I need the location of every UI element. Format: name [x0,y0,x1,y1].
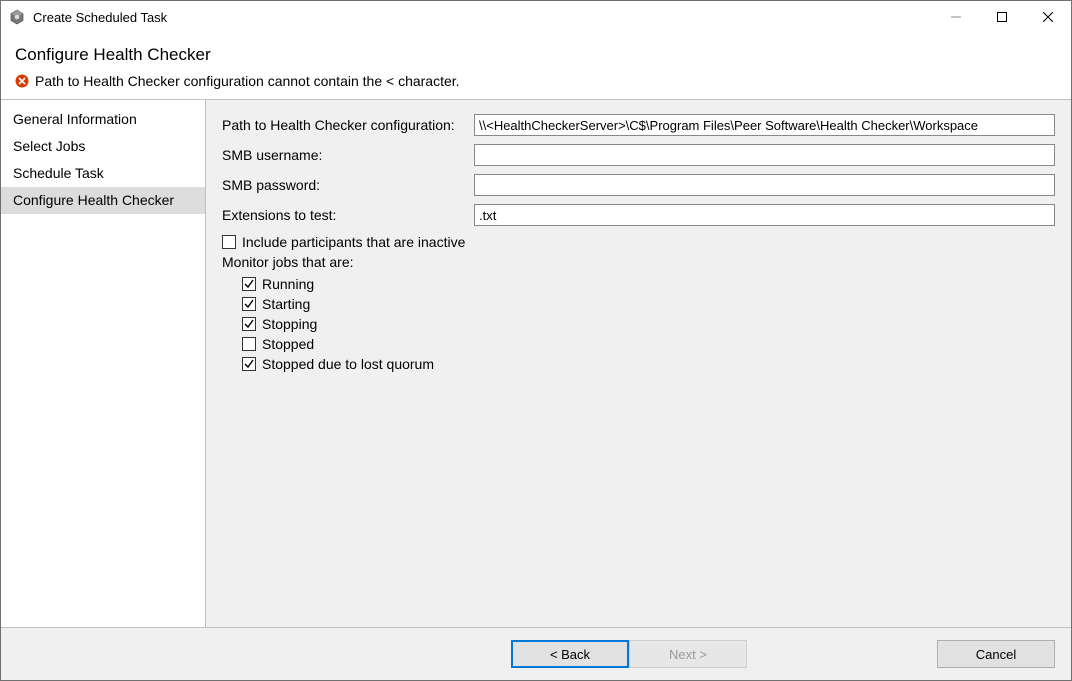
sidebar-item-label: General Information [13,111,137,127]
extensions-input[interactable] [474,204,1055,226]
sidebar-item-label: Configure Health Checker [13,192,174,208]
monitor-jobs-label: Monitor jobs that are: [222,254,1055,270]
state-running-checkbox[interactable] [242,277,256,291]
row-state-starting: Starting [242,296,1055,312]
path-label: Path to Health Checker configuration: [222,117,474,133]
window-title: Create Scheduled Task [33,10,933,25]
state-stopped-label: Stopped [262,336,314,352]
error-icon [15,74,29,88]
row-smb-pass: SMB password: [222,174,1055,196]
row-state-running: Running [242,276,1055,292]
include-inactive-checkbox[interactable] [222,235,236,249]
error-message-row: Path to Health Checker configuration can… [15,73,1057,89]
sidebar-item-label: Schedule Task [13,165,104,181]
state-stopped-quorum-checkbox[interactable] [242,357,256,371]
wizard-body: General Information Select Jobs Schedule… [1,99,1071,628]
path-input[interactable] [474,114,1055,136]
app-icon [9,9,25,25]
maximize-button[interactable] [979,1,1025,33]
state-stopping-label: Stopping [262,316,317,332]
smb-username-input[interactable] [474,144,1055,166]
next-button: Next > [629,640,747,668]
back-button[interactable]: < Back [511,640,629,668]
state-starting-checkbox[interactable] [242,297,256,311]
close-button[interactable] [1025,1,1071,33]
row-state-stopped: Stopped [242,336,1055,352]
window-controls [933,1,1071,33]
row-state-stopping: Stopping [242,316,1055,332]
wizard-window: Create Scheduled Task Configure Health C… [0,0,1072,681]
back-button-label: < Back [550,647,590,662]
error-message-text: Path to Health Checker configuration can… [35,73,460,89]
sidebar-item-configure-health-checker[interactable]: Configure Health Checker [1,187,205,214]
row-path: Path to Health Checker configuration: [222,114,1055,136]
smb-username-label: SMB username: [222,147,474,163]
minimize-button[interactable] [933,1,979,33]
next-button-label: Next > [669,647,707,662]
state-starting-label: Starting [262,296,310,312]
wizard-header: Configure Health Checker Path to Health … [1,33,1071,99]
extensions-label: Extensions to test: [222,207,474,223]
state-stopped-checkbox[interactable] [242,337,256,351]
row-extensions: Extensions to test: [222,204,1055,226]
sidebar-item-general-information[interactable]: General Information [1,106,205,133]
cancel-button-label: Cancel [976,647,1016,662]
cancel-button[interactable]: Cancel [937,640,1055,668]
sidebar-item-label: Select Jobs [13,138,85,154]
row-smb-user: SMB username: [222,144,1055,166]
form-panel: Path to Health Checker configuration: SM… [206,100,1071,627]
button-bar: < Back Next > Cancel [1,628,1071,680]
smb-password-label: SMB password: [222,177,474,193]
sidebar-item-schedule-task[interactable]: Schedule Task [1,160,205,187]
titlebar: Create Scheduled Task [1,1,1071,33]
include-inactive-label: Include participants that are inactive [242,234,465,250]
row-state-stopped-quorum: Stopped due to lost quorum [242,356,1055,372]
sidebar-item-select-jobs[interactable]: Select Jobs [1,133,205,160]
row-include-inactive: Include participants that are inactive [222,234,1055,250]
page-title: Configure Health Checker [15,45,1057,65]
state-stopping-checkbox[interactable] [242,317,256,331]
state-stopped-quorum-label: Stopped due to lost quorum [262,356,434,372]
state-running-label: Running [262,276,314,292]
wizard-sidebar: General Information Select Jobs Schedule… [1,100,206,627]
smb-password-input[interactable] [474,174,1055,196]
